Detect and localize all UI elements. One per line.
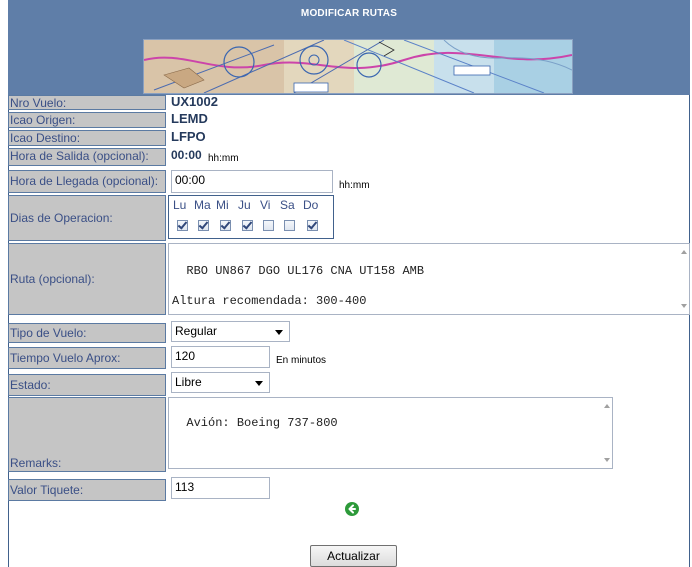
tiempo-vuelo-unit: En minutos <box>276 355 327 366</box>
aeronautical-chart-banner <box>143 39 573 94</box>
hora-llegada-input[interactable]: 00:00 <box>171 170 333 193</box>
estado-selected: Libre <box>175 375 202 389</box>
back-arrow-glyph <box>348 504 356 514</box>
scroll-down-icon[interactable] <box>604 458 610 462</box>
dias-operacion-label: Dias de Operacion: <box>8 195 166 241</box>
tipo-vuelo-select[interactable]: Regular <box>171 321 290 342</box>
day-checkbox-ju[interactable] <box>242 220 253 231</box>
actualizar-button[interactable]: Actualizar <box>310 545 397 567</box>
remarks-textarea[interactable]: Avión: Boeing 737-800 <box>168 397 613 469</box>
day-label-vi: Vi <box>260 198 271 212</box>
back-arrow-icon[interactable] <box>345 502 359 516</box>
valor-tiquete-input[interactable]: 113 <box>171 477 270 499</box>
day-checkbox-ma[interactable] <box>198 220 209 231</box>
day-label-mi: Mi <box>216 198 229 212</box>
day-label-do: Do <box>303 198 319 212</box>
icao-origen-value: LEMD <box>171 111 208 126</box>
icao-origen-label: Icao Origen: <box>8 112 166 128</box>
dias-operacion-group: Lu Ma Mi Ju Vi Sa Do <box>168 195 334 239</box>
day-label-lu: Lu <box>173 198 187 212</box>
day-label-ma: Ma <box>194 198 211 212</box>
remarks-label: Remarks: <box>8 397 166 472</box>
day-checkbox-do[interactable] <box>307 220 318 231</box>
valor-tiquete-label: Valor Tiquete: <box>8 479 166 501</box>
hora-salida-value: 00:00 <box>171 148 202 162</box>
ruta-textarea[interactable]: RBO UN867 DGO UL176 CNA UT158 AMB Altura… <box>168 243 690 315</box>
hora-salida-label: Hora de Salida (opcional): <box>8 148 166 166</box>
frame-right-border <box>689 95 690 567</box>
day-checkbox-lu[interactable] <box>177 220 188 231</box>
remarks-text: Avión: Boeing 737-800 <box>186 416 338 430</box>
page-title: MODIFICAR RUTAS <box>300 8 398 19</box>
ruta-text: RBO UN867 DGO UL176 CNA UT158 AMB Altura… <box>172 264 425 308</box>
chevron-down-icon <box>255 381 263 386</box>
day-checkbox-mi[interactable] <box>220 220 231 231</box>
nro-vuelo-label: Nro Vuelo: <box>8 95 166 110</box>
hora-salida-unit: hh:mm <box>208 153 239 164</box>
hora-llegada-unit: hh:mm <box>339 180 370 191</box>
day-label-sa: Sa <box>280 198 295 212</box>
icao-destino-value: LFPO <box>171 129 206 144</box>
day-checkbox-vi[interactable] <box>263 220 274 231</box>
tipo-vuelo-label: Tipo de Vuelo: <box>8 323 166 343</box>
day-label-ju: Ju <box>238 198 251 212</box>
chart-map-image <box>144 40 572 93</box>
estado-label: Estado: <box>8 374 166 396</box>
scroll-up-icon[interactable] <box>604 404 610 408</box>
day-checkbox-sa[interactable] <box>284 220 295 231</box>
scroll-up-icon[interactable] <box>681 250 687 254</box>
hora-llegada-label: Hora de Llegada (opcional): <box>8 170 166 193</box>
tiempo-vuelo-input[interactable]: 120 <box>171 346 270 368</box>
nro-vuelo-value: UX1002 <box>171 94 218 109</box>
page-header: MODIFICAR RUTAS <box>8 0 690 95</box>
estado-select[interactable]: Libre <box>171 372 270 393</box>
scroll-down-icon[interactable] <box>681 304 687 308</box>
icao-destino-label: Icao Destino: <box>8 130 166 146</box>
tipo-vuelo-selected: Regular <box>175 324 218 338</box>
chevron-down-icon <box>275 330 283 335</box>
ruta-label: Ruta (opcional): <box>8 243 166 315</box>
tiempo-vuelo-label: Tiempo Vuelo Aprox: <box>8 347 166 369</box>
